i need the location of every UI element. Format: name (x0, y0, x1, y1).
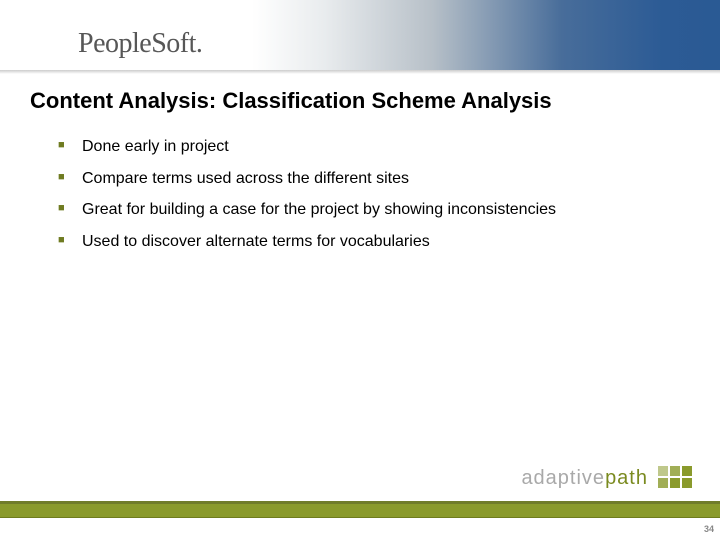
adaptive-path-logo: adaptivepath (521, 466, 692, 490)
logo-part-1: People (78, 28, 151, 60)
block-icon (670, 478, 680, 488)
block-icon (670, 466, 680, 476)
footer-bar (0, 504, 720, 518)
logo-part-2: Soft (151, 28, 196, 60)
bullet-item: Great for building a case for the projec… (58, 199, 668, 221)
block-icon (658, 466, 668, 476)
page-number: 34 (704, 524, 714, 534)
slide-title: Content Analysis: Classification Scheme … (30, 88, 700, 114)
peoplesoft-logo: PeopleSoft. (78, 28, 202, 58)
bullet-item: Done early in project (58, 136, 668, 158)
header-band: PeopleSoft. (0, 0, 720, 74)
bullet-list: Done early in project Compare terms used… (58, 136, 668, 262)
footer-brand-1: adaptive (521, 467, 605, 489)
block-icon (682, 466, 692, 476)
bullet-item: Compare terms used across the different … (58, 168, 668, 190)
bullet-item: Used to discover alternate terms for voc… (58, 231, 668, 253)
logo-dot: . (196, 28, 203, 60)
slide: PeopleSoft. Content Analysis: Classifica… (0, 0, 720, 540)
header-shadow (0, 70, 720, 74)
block-icon (658, 478, 668, 488)
footer-brand-2: path (605, 467, 648, 489)
block-icon (682, 478, 692, 488)
footer-brand-text: adaptivepath (521, 467, 648, 490)
footer-blocks-icon (658, 466, 692, 488)
